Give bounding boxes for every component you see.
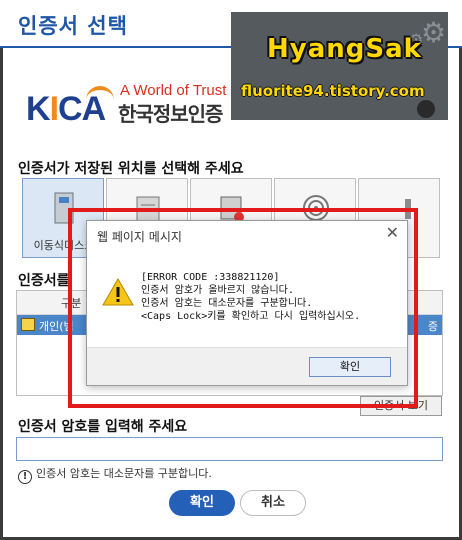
cert-row-type: 개인(범 [39,320,74,333]
ok-button[interactable]: 확인 [169,490,235,516]
logo-brand-ca: CA [58,90,106,128]
view-cert-button[interactable]: 인증서 보기 [360,396,442,416]
close-icon[interactable]: ✕ [386,223,399,242]
certificate-icon [21,318,35,331]
logo-brand: KICA [26,90,106,129]
storage-label: 인증서가 저장된 위치를 선택해 주세요 [18,161,244,177]
watermark-url: fluorite94.tistory.com [241,82,425,100]
error-dialog: 웹 페이지 메시지 ✕ [ERROR CODE :338821120] 인증서 … [86,220,408,386]
logo-brand-k: K [26,90,51,128]
dialog-line-3: <Caps Lock>키를 확인하고 다시 입력하십시오. [141,311,361,322]
usb-drive-icon [54,192,74,224]
password-hint: ! 인증서 암호는 대소문자를 구분합니다. [18,465,212,484]
cancel-button[interactable]: 취소 [240,490,306,516]
dialog-footer: 확인 [87,347,407,385]
warning-icon [102,277,134,306]
kica-logo: KICA A World of Trust 한국정보인증 [26,80,236,130]
password-label: 인증서 암호를 입력해 주세요 [18,419,188,435]
dialog-message: [ERROR CODE :338821120] 인증서 암호가 올바르지 않습니… [141,271,360,323]
cert-row-issuer: 증 [427,320,438,333]
logo-org-name: 한국정보인증 [118,102,223,126]
dialog-error-code: [ERROR CODE :338821120] [141,272,280,283]
window-title: 인증서 선택 [18,14,128,38]
dialog-ok-button[interactable]: 확인 [309,357,391,377]
watermark: ⚙ ⚙ HyangSak fluorite94.tistory.com [231,12,448,120]
cert-list-label: 인증서를 [18,273,70,289]
password-hint-text: 인증서 암호는 대소문자를 구분합니다. [36,467,212,480]
cert-header-type[interactable]: 구분 [61,295,81,311]
info-icon: ! [18,470,32,484]
logo-brand-i: I [49,90,60,128]
gear-icon: ⚙ [421,16,447,49]
dialog-line-2: 인증서 암호는 대소문자를 구분합니다. [141,298,313,309]
dialog-title: 웹 페이지 메시지 [97,230,182,244]
password-input[interactable] [16,437,443,461]
watermark-name: HyangSak [267,34,422,64]
dialog-line-1: 인증서 암호가 올바르지 않습니다. [141,285,294,296]
lock-icon [417,100,435,118]
logo-tagline: A World of Trust [120,82,227,99]
